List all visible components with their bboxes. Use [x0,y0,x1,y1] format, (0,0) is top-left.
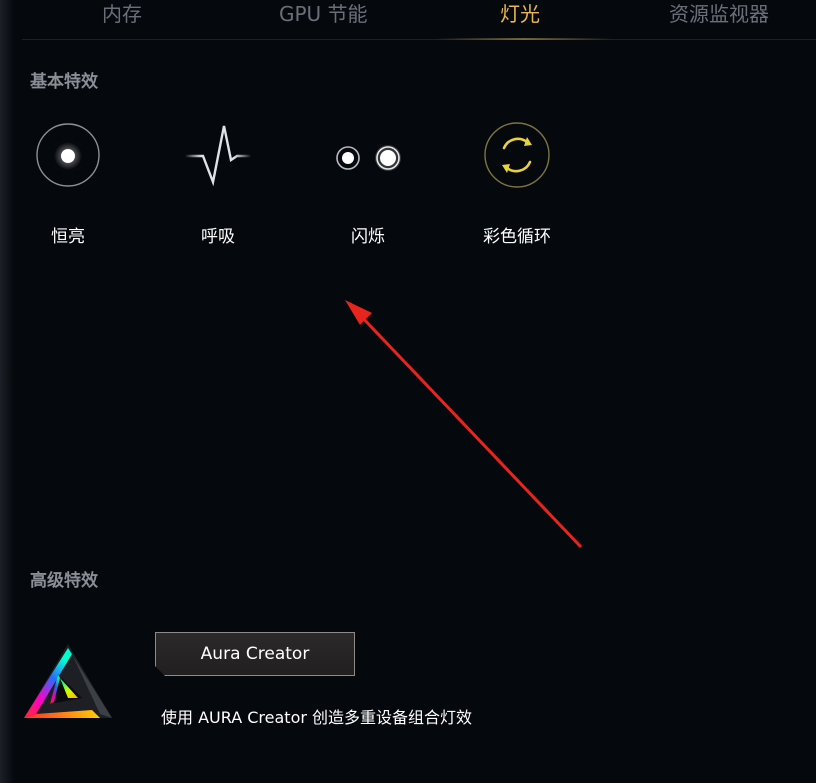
tab-lighting[interactable]: 灯光 [500,0,540,28]
left-edge-shade [0,0,14,783]
breathing-wave-icon [185,125,251,187]
color-cycle-icon [484,122,550,188]
static-light-icon [36,123,100,187]
strobing-dots-icon [336,145,401,171]
tab-bar: 内存 GPU 节能 灯光 资源监视器 [22,0,816,40]
aura-creator-description: 使用 AURA Creator 创造多重设备组合灯效 [161,708,473,727]
effect-color-cycle-label: 彩色循环 [483,227,551,247]
effect-strobing-label: 闪烁 [351,227,385,247]
active-tab-indicator [436,38,612,40]
tab-resource-monitor[interactable]: 资源监视器 [669,0,769,28]
tab-gpu-power-saving[interactable]: GPU 节能 [279,0,368,28]
aura-creator-button[interactable]: Aura Creator [155,632,355,676]
effect-strobing[interactable]: 闪烁 [313,118,423,248]
effect-static[interactable]: 恒亮 [13,118,123,248]
aura-creator-logo-icon [24,644,112,718]
effect-breathing[interactable]: 呼吸 [163,118,273,248]
basic-effects-title: 基本特效 [30,72,98,92]
tab-memory[interactable]: 内存 [102,0,142,28]
advanced-effects-title: 高级特效 [30,571,98,591]
effect-static-label: 恒亮 [51,227,85,247]
effect-color-cycle[interactable]: 彩色循环 [462,118,572,248]
effect-breathing-label: 呼吸 [201,227,235,247]
